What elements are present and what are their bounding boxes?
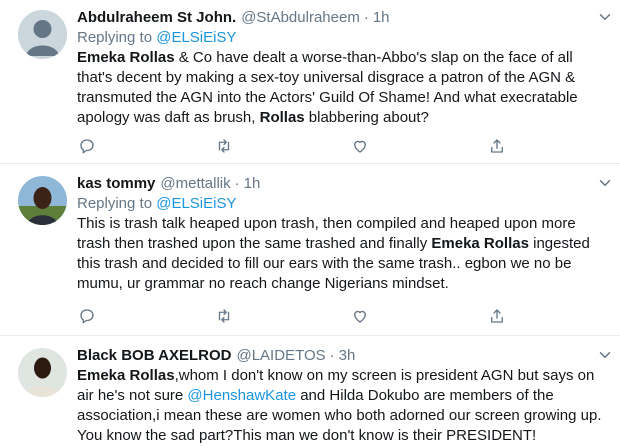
replying-prefix: Replying to [77,29,157,46]
share-icon [491,309,503,323]
retweet-button[interactable] [214,136,234,156]
retweet-icon [218,139,229,153]
tweet-body: This is trash talk heaped upon trash, th… [77,214,606,294]
like-button[interactable] [350,306,370,326]
timestamp[interactable]: 1h [244,174,261,194]
replying-to-mention[interactable]: @ELSiEiSY [156,29,236,46]
author-handle[interactable]: @StAbdulraheem [241,8,360,28]
highlighted-name: Emeka Rollas [431,235,529,252]
replying-to-mention[interactable]: @ELSiEiSY [156,195,236,212]
share-button[interactable] [487,136,507,156]
separator-dot: · [329,347,335,364]
separator-dot: · [234,175,240,192]
author-name[interactable]: Abdulraheem St John. [77,8,236,28]
replying-to-line: Replying to @ELSiEiSY [77,28,606,48]
share-button[interactable] [487,306,507,326]
tweet-actions [77,306,507,326]
caret-down-icon[interactable] [596,174,614,192]
mention-link[interactable]: @HenshawKate [187,387,296,404]
highlighted-name: Emeka Rollas [77,49,175,66]
replying-prefix: Replying to [77,195,157,212]
author-handle[interactable]: @LAIDETOS [236,346,325,366]
tweet[interactable]: Abdulraheem St John. @StAbdulraheem · 1h… [0,0,620,164]
reply-icon [80,139,94,154]
avatar[interactable] [18,176,67,225]
highlighted-name: Emeka Rollas [77,367,175,384]
retweet-button[interactable] [214,306,234,326]
reply-button[interactable] [77,136,97,156]
retweet-icon [218,309,229,323]
tweet-body: Emeka Rollas,whom I don't know on my scr… [77,366,606,446]
highlighted-name: Rollas [259,109,305,126]
like-button[interactable] [350,136,370,156]
author-name[interactable]: Black BOB AXELROD [77,346,231,366]
tweet-actions [77,136,507,156]
tweet-header: Abdulraheem St John. @StAbdulraheem · 1h [77,8,606,28]
tweet[interactable]: Black BOB AXELROD @LAIDETOS · 3h Emeka R… [0,336,620,444]
tweet-body: Emeka Rollas & Co have dealt a worse-tha… [77,48,606,128]
timestamp[interactable]: 3h [339,346,356,366]
body-text-segment: blabbering about? [304,109,429,126]
share-icon [491,139,503,153]
reply-button[interactable] [77,306,97,326]
tweet-header: Black BOB AXELROD @LAIDETOS · 3h [77,346,606,366]
profile-photo-icon [18,176,67,225]
reply-icon [80,309,94,324]
profile-photo-icon [18,348,67,397]
replying-to-line: Replying to @ELSiEiSY [77,194,606,214]
caret-down-icon[interactable] [596,346,614,364]
author-name[interactable]: kas tommy [77,174,155,194]
timestamp[interactable]: 1h [373,8,390,28]
avatar[interactable] [18,10,67,59]
avatar[interactable] [18,348,67,397]
default-avatar-icon [18,10,67,59]
like-icon [354,140,367,153]
caret-down-icon[interactable] [596,8,614,26]
author-handle[interactable]: @mettallik [160,174,230,194]
separator-dot: · [363,9,369,26]
like-icon [354,310,367,323]
tweet[interactable]: kas tommy @mettallik · 1h Replying to @E… [0,164,620,336]
tweet-header: kas tommy @mettallik · 1h [77,174,606,194]
